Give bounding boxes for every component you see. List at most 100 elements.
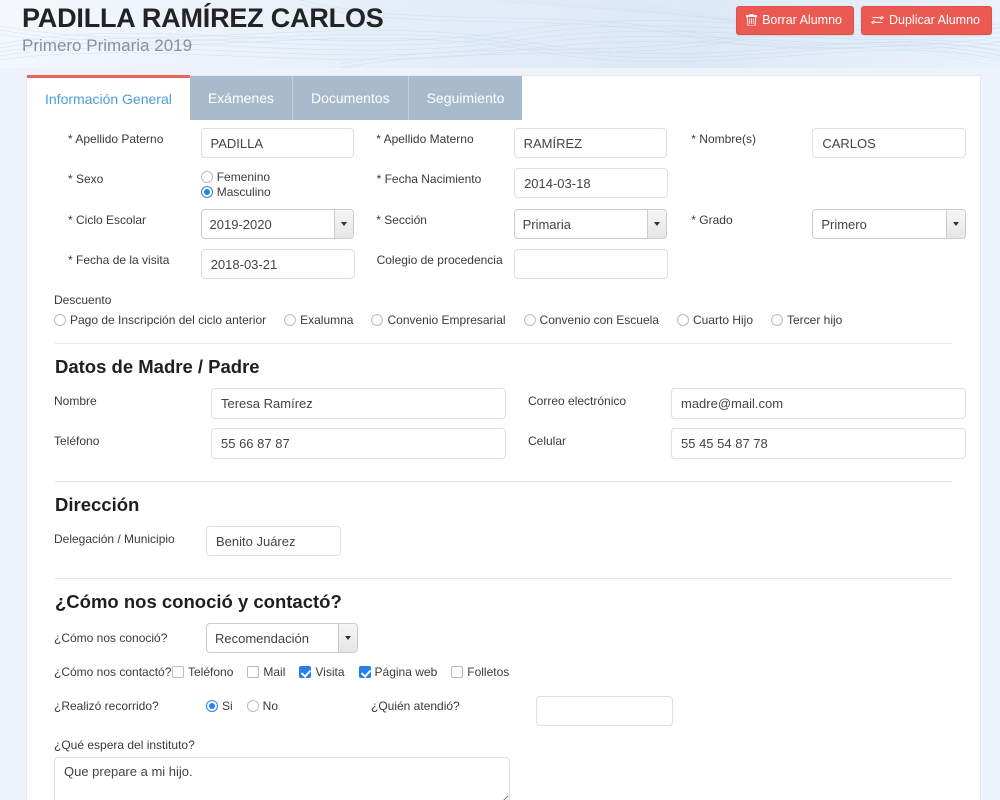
contacto-option-pagina-web[interactable]: Página web xyxy=(358,665,437,679)
contacto-option-label: Visita xyxy=(315,665,345,679)
label-como-contacto: ¿Cómo nos contactó? xyxy=(54,665,172,679)
label-apellido-materno: * Apellido Materno xyxy=(376,132,474,146)
field-delegacion xyxy=(206,526,341,556)
header-actions: Borrar Alumno Duplicar Alumno xyxy=(736,6,992,35)
contacto-option-visita[interactable]: Visita xyxy=(299,665,345,679)
duplicate-student-button[interactable]: Duplicar Alumno xyxy=(860,6,992,35)
delegacion-input[interactable] xyxy=(206,526,341,556)
contacto-option-folletos[interactable]: Folletos xyxy=(451,665,509,679)
checkbox-icon[interactable] xyxy=(299,666,312,678)
contacto-options: Teléfono Mail Visita Página web Folletos xyxy=(172,665,509,679)
header-title-block: PADILLA RAMÍREZ CARLOS Primero Primaria … xyxy=(22,2,384,57)
tab-examenes[interactable]: Exámenes xyxy=(189,76,293,120)
field-como-conocio: Recomendación xyxy=(206,623,358,653)
delete-student-button[interactable]: Borrar Alumno xyxy=(736,6,854,35)
seccion-select[interactable]: Primaria xyxy=(513,209,668,239)
label-expectativa: ¿Qué espera del instituto? xyxy=(54,738,195,752)
chevron-down-icon[interactable] xyxy=(647,210,667,238)
contacto-option-label: Mail xyxy=(263,665,286,679)
radio-icon[interactable] xyxy=(246,700,259,712)
field-expectativa: Que prepare a mi hijo. xyxy=(54,757,510,800)
colegio-procedencia-input[interactable] xyxy=(514,249,668,279)
checkbox-icon[interactable] xyxy=(247,666,260,678)
form-body: * Apellido Paterno * Apellido Materno * … xyxy=(27,120,980,800)
contacto-option-mail[interactable]: Mail xyxy=(247,665,285,679)
tab-bar: Información General Exámenes Documentos … xyxy=(27,75,980,120)
field-colegio-procedencia xyxy=(514,249,668,279)
recorrido-options: Si No xyxy=(206,696,371,713)
delete-student-label: Borrar Alumno xyxy=(762,13,842,27)
descuento-option-tercer-hijo[interactable]: Tercer hijo xyxy=(771,313,842,327)
sexo-option-femenino[interactable]: Femenino xyxy=(200,170,355,184)
field-parent-celular xyxy=(671,428,966,459)
radio-icon[interactable] xyxy=(676,314,689,326)
field-parent-telefono xyxy=(211,428,506,459)
radio-icon[interactable] xyxy=(200,171,213,183)
field-apellido-materno xyxy=(513,128,668,158)
descuento-option-cuarto-hijo[interactable]: Cuarto Hijo xyxy=(676,313,753,327)
parent-correo-input[interactable] xyxy=(671,388,966,419)
label-como-conocio: ¿Cómo nos conoció? xyxy=(54,631,168,645)
seccion-value: Primaria xyxy=(522,216,571,232)
tab-documentos[interactable]: Documentos xyxy=(293,76,409,120)
tab-label: Documentos xyxy=(311,90,390,106)
label-colegio-procedencia: Colegio de procedencia xyxy=(376,253,503,267)
descuento-option-pago-inscripcion[interactable]: Pago de Inscripción del ciclo anterior xyxy=(54,313,266,327)
field-apellido-paterno xyxy=(200,128,355,158)
parent-nombre-input[interactable] xyxy=(211,388,506,419)
form-row-como-conocio: ¿Cómo nos conoció? Recomendación xyxy=(41,623,966,653)
form-row-como-contacto: ¿Cómo nos contactó? Teléfono Mail Visita… xyxy=(41,658,966,686)
parent-telefono-input[interactable] xyxy=(211,428,506,459)
tab-seguimiento[interactable]: Seguimiento xyxy=(408,76,523,120)
radio-icon[interactable] xyxy=(54,314,66,326)
fecha-nacimiento-input[interactable] xyxy=(514,168,668,198)
radio-icon[interactable] xyxy=(200,186,213,198)
field-ciclo-escolar: 2019-2020 xyxy=(200,209,355,239)
content-panel-wrapper: Información General Exámenes Documentos … xyxy=(0,68,1000,800)
recorrido-option-label: Si xyxy=(222,699,233,713)
quien-atendio-input[interactable] xyxy=(536,696,673,726)
checkbox-icon[interactable] xyxy=(172,666,184,678)
parent-celular-input[interactable] xyxy=(671,428,966,459)
checkbox-icon[interactable] xyxy=(451,666,464,678)
radio-icon[interactable] xyxy=(371,314,384,326)
apellido-materno-input[interactable] xyxy=(513,128,668,158)
radio-icon[interactable] xyxy=(206,700,218,712)
apellido-paterno-input[interactable] xyxy=(200,128,355,158)
descuento-option-convenio-empresarial[interactable]: Convenio Empresarial xyxy=(371,313,506,327)
grado-value: Primero xyxy=(821,216,867,232)
trash-icon xyxy=(746,14,758,26)
form-row-delegacion: Delegación / Municipio xyxy=(41,526,966,556)
expectativa-textarea[interactable]: Que prepare a mi hijo. xyxy=(54,757,510,800)
label-fecha-nacimiento: * Fecha Nacimiento xyxy=(376,172,482,186)
tab-label: Seguimiento xyxy=(426,90,505,106)
nombres-input[interactable] xyxy=(812,128,966,158)
recorrido-option-no[interactable]: No xyxy=(246,699,278,713)
descuento-option-convenio-escuela[interactable]: Convenio con Escuela xyxy=(523,313,659,327)
chevron-down-icon[interactable] xyxy=(946,210,965,238)
ciclo-escolar-select[interactable]: 2019-2020 xyxy=(200,209,355,239)
checkbox-icon[interactable] xyxy=(358,666,371,678)
label-parent-nombre: Nombre xyxy=(54,394,97,408)
tab-informacion-general[interactable]: Información General xyxy=(27,75,190,120)
radio-icon[interactable] xyxy=(771,314,783,326)
label-parent-telefono: Teléfono xyxy=(54,434,100,448)
contacto-option-label: Teléfono xyxy=(188,665,234,679)
recorrido-option-si[interactable]: Si xyxy=(206,699,233,713)
form-row-sexo-nacimiento: * Sexo Femenino Masculino * Fecha Nacimi… xyxy=(41,168,966,199)
label-recorrido: ¿Realizó recorrido? xyxy=(54,699,159,713)
label-fecha-visita: * Fecha de la visita xyxy=(68,253,170,267)
chevron-down-icon[interactable] xyxy=(338,624,357,652)
fecha-visita-input[interactable] xyxy=(200,249,355,279)
label-apellido-paterno: * Apellido Paterno xyxy=(68,132,164,146)
descuento-option-exalumna[interactable]: Exalumna xyxy=(284,313,353,327)
radio-icon[interactable] xyxy=(523,314,536,326)
label-nombres: * Nombre(s) xyxy=(691,132,756,146)
grado-select[interactable]: Primero xyxy=(812,209,966,239)
sexo-option-label: Masculino xyxy=(216,185,271,199)
chevron-down-icon[interactable] xyxy=(334,210,354,238)
radio-icon[interactable] xyxy=(284,314,297,326)
como-conocio-select[interactable]: Recomendación xyxy=(206,623,358,653)
contacto-option-telefono[interactable]: Teléfono xyxy=(172,665,233,679)
sexo-option-masculino[interactable]: Masculino xyxy=(200,185,355,199)
